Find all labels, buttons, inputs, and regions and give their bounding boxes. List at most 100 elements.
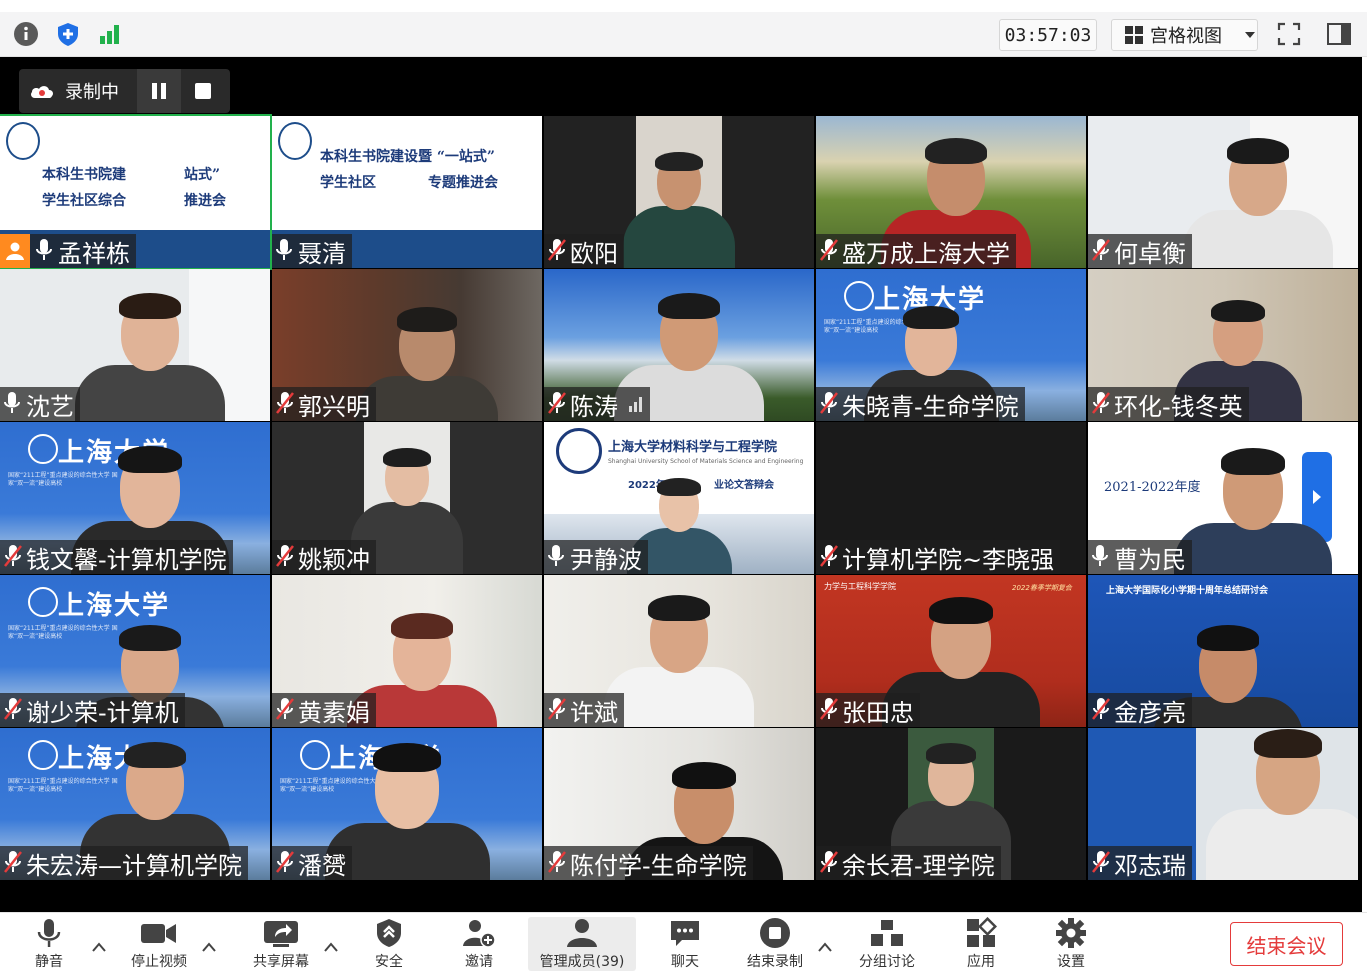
signal-icon[interactable] — [97, 21, 123, 47]
participants-icon — [564, 917, 600, 949]
participant-name: 余长君-理学院 — [842, 851, 995, 880]
participant-tile[interactable]: 沈艺 — [0, 269, 270, 421]
person-hair — [1220, 447, 1286, 475]
participant-tile[interactable]: 上海大学 国家“211工程”重点建设的综合性大学 国家“双一流”建设高校 钱文馨-计… — [0, 422, 270, 574]
participant-name: 陈涛 — [570, 392, 618, 421]
chevron-up-icon[interactable] — [818, 937, 832, 952]
participant-name: 沈艺 — [26, 392, 74, 421]
participant-tile[interactable]: 许斌 — [544, 575, 814, 727]
participant-tile[interactable]: 郭兴明 — [272, 269, 542, 421]
participant-tile[interactable]: 盛万成上海大学 — [816, 116, 1086, 268]
sidebar-toggle-icon[interactable] — [1326, 21, 1352, 47]
person-hair — [119, 293, 181, 319]
participant-tile[interactable]: 邓志瑞 — [1088, 728, 1358, 880]
view-mode-dropdown[interactable]: 宫格视图 — [1111, 19, 1258, 51]
participant-name: 朱宏涛—计算机学院 — [26, 851, 242, 880]
participant-tile[interactable]: 陈付学-生命学院 — [544, 728, 814, 880]
participant-name-tag: 计算机学院~李晓强 — [816, 540, 1061, 574]
participant-name: 邓志瑞 — [1114, 851, 1186, 880]
participant-tile[interactable]: 上海大学 国家“211工程”重点建设的综合性大学 国家“双一流”建设高校 朱晓青-生… — [816, 269, 1086, 421]
chevron-up-icon[interactable] — [92, 937, 106, 952]
toolbar-button-breakout[interactable]: 分组讨论 — [842, 917, 932, 971]
person-hair — [925, 138, 987, 164]
participant-name: 计算机学院~李晓强 — [842, 545, 1055, 574]
pause-record-button[interactable] — [137, 69, 181, 113]
participant-tile[interactable]: 2021-2022年度 曹为民 — [1088, 422, 1358, 574]
bottom-toolbar: 静音 停止视频 共享屏幕 安全 邀请 管理成员(39) 聊天 结束录制 分组讨论 应用 设置 结束会… — [0, 912, 1367, 971]
participant-tile[interactable]: 计算机学院~李晓强 — [816, 422, 1086, 574]
shield-icon[interactable] — [55, 21, 81, 47]
toolbar-button-microphone[interactable]: 静音 — [4, 917, 94, 971]
participant-name: 陈付学-生命学院 — [570, 851, 747, 880]
seal-emblem — [28, 434, 58, 464]
participant-name-tag: 潘赟 — [272, 846, 352, 880]
participant-name-tag: 欧阳 — [544, 234, 624, 268]
participant-tile[interactable]: 本科生书院建 站式” 学生社区综合 推进会 孟祥栋 — [0, 114, 272, 270]
toolbar-button-settings-gear[interactable]: 设置 — [1026, 917, 1116, 971]
chevron-up-icon[interactable] — [324, 937, 338, 952]
participant-tile[interactable]: 余长君-理学院 — [816, 728, 1086, 880]
cloud-record-icon — [31, 86, 53, 98]
participant-tile[interactable]: 欧阳 — [544, 116, 814, 268]
slide-title: 上海大学材料科学与工程学院 — [608, 440, 778, 455]
mic-muted-icon — [548, 697, 566, 723]
participant-name-tag: 尹静波 — [544, 540, 648, 574]
slide-title: 上海大学国际化小学期十周年总结研讨会 — [1106, 586, 1269, 596]
participant-name-tag: 张田忠 — [816, 693, 920, 727]
participant-name: 朱晓青-生命学院 — [842, 392, 1019, 421]
person-body — [355, 375, 499, 421]
microphone-icon — [36, 238, 54, 264]
participant-name: 欧阳 — [570, 239, 618, 268]
participant-tile[interactable]: 陈涛 — [544, 269, 814, 421]
toolbar-button-chat[interactable]: 聊天 — [640, 917, 730, 971]
chevron-up-icon[interactable] — [202, 937, 216, 952]
toolbar-button-apps[interactable]: 应用 — [936, 917, 1026, 971]
participant-tile[interactable]: 姚颖冲 — [272, 422, 542, 574]
participant-tile[interactable]: 上海大学材料科学与工程学院 Shanghai University School … — [544, 422, 814, 574]
stop-record-button[interactable] — [181, 69, 225, 113]
mic-muted-icon — [276, 391, 294, 417]
participant-name: 姚颖冲 — [298, 545, 370, 574]
fullscreen-icon[interactable] — [1276, 21, 1302, 47]
person-body — [1183, 210, 1333, 268]
participant-name: 盛万成上海大学 — [842, 239, 1010, 268]
toolbar-button-stop-record[interactable]: 结束录制 — [730, 917, 820, 971]
signal-strength-icon — [628, 390, 644, 418]
info-icon[interactable] — [13, 21, 39, 47]
participant-tile[interactable]: 何卓衡 — [1088, 116, 1358, 268]
participant-name: 许斌 — [570, 698, 618, 727]
person-body — [1174, 523, 1332, 574]
participant-tile[interactable]: 黄素娟 — [272, 575, 542, 727]
toolbar-button-label: 邀请 — [465, 954, 493, 970]
participant-name: 何卓衡 — [1114, 239, 1186, 268]
toolbar-button-invite-user[interactable]: 邀请 — [434, 917, 524, 971]
participant-tile[interactable]: 上海大学 国家“211工程”重点建设的综合性大学 国家“双一流”建设高校 谢少荣-计… — [0, 575, 270, 727]
end-meeting-button[interactable]: 结束会议 — [1230, 922, 1343, 966]
participant-tile[interactable]: 上海大学 国家“211工程”重点建设的综合性大学 国家“双一流”建设高校 朱宏涛—计… — [0, 728, 270, 880]
toolbar-button-share-screen[interactable]: 共享屏幕 — [236, 917, 326, 971]
participant-tile[interactable]: 本科生书院建设暨 “一站式” 学生社区 专题推进会 聂清 — [272, 116, 542, 268]
person-hair — [928, 596, 994, 624]
security-shield-icon — [374, 917, 404, 949]
participant-name-tag: 许斌 — [544, 693, 624, 727]
slide-title: 专题推进会 — [428, 175, 498, 191]
seal-emblem — [844, 281, 874, 311]
person-hair — [1227, 138, 1289, 164]
participant-tile[interactable]: 上海大学国家“211工程”重点建设的综合性大学 国家“双一流”建设高校潘赟 — [272, 728, 542, 880]
slide-title: 本科生书院建 — [42, 167, 126, 183]
seal-emblem — [278, 122, 312, 160]
settings-gear-icon — [1055, 917, 1087, 949]
mic-muted-icon — [548, 850, 566, 876]
participant-tile[interactable]: 环化-钱冬英 — [1088, 269, 1358, 421]
toolbar-button-participants[interactable]: 管理成员(39) — [528, 917, 636, 971]
meeting-timer: 03:57:03 — [999, 19, 1097, 51]
apps-icon — [965, 917, 997, 949]
person-hair — [925, 743, 977, 764]
toolbar-button-security-shield[interactable]: 安全 — [344, 917, 434, 971]
person-hair — [391, 613, 453, 639]
participant-tile[interactable]: 上海大学国际化小学期十周年总结研讨会 金彦亮 — [1088, 575, 1358, 727]
toolbar-button-video-camera[interactable]: 停止视频 — [114, 917, 204, 971]
seal-emblem — [300, 740, 330, 770]
participant-tile[interactable]: 力学与工程科学学院 2022春季学期复会 张田忠 — [816, 575, 1086, 727]
slide-title: 推进会 — [184, 193, 226, 209]
